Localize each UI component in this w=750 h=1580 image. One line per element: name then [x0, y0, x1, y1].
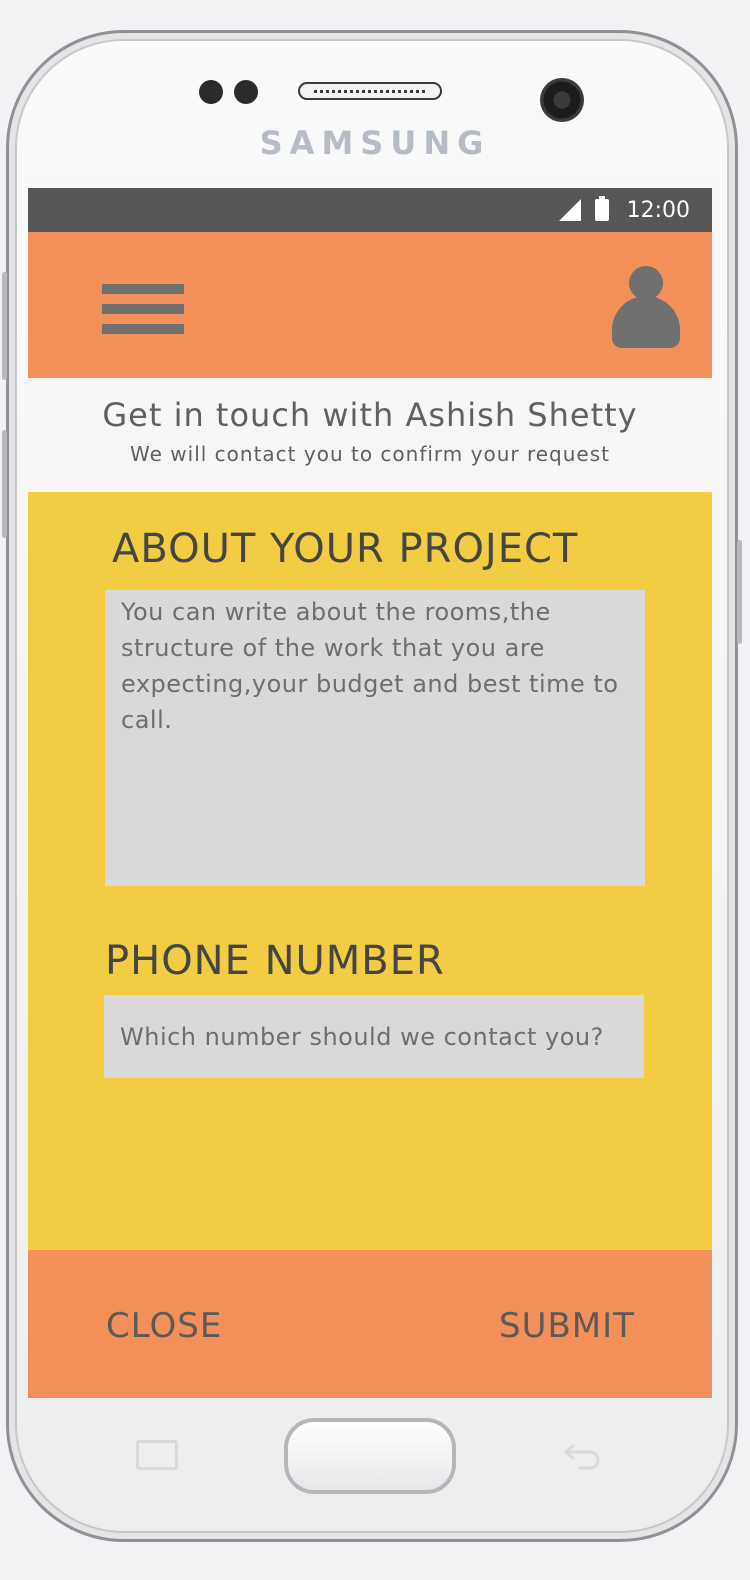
page-subtitle: We will contact you to confirm your requ…	[130, 442, 610, 466]
project-label: ABOUT YOUR PROJECT	[112, 526, 579, 572]
contact-header: Get in touch with Ashish Shetty We will …	[28, 378, 712, 492]
project-description-field[interactable]	[105, 590, 645, 886]
phone-label: PHONE NUMBER	[105, 938, 445, 984]
sensor-dot	[234, 80, 258, 104]
earpiece-speaker	[298, 82, 442, 100]
back-icon[interactable]	[560, 1440, 602, 1470]
device-brand: SAMSUNG	[259, 124, 491, 162]
battery-icon	[594, 196, 609, 221]
power-button	[2, 430, 7, 538]
app-bar	[28, 232, 712, 378]
side-key	[737, 540, 742, 644]
user-avatar-icon[interactable]	[612, 266, 680, 352]
status-time: 12:00	[626, 197, 690, 223]
sensor-dot	[199, 80, 223, 104]
phone-number-field[interactable]	[104, 995, 644, 1078]
front-camera	[540, 78, 584, 122]
signal-icon	[558, 199, 581, 221]
volume-button	[2, 272, 7, 380]
page-title: Get in touch with Ashish Shetty	[102, 396, 638, 434]
submit-button[interactable]: SUBMIT	[499, 1306, 635, 1346]
close-button[interactable]: CLOSE	[106, 1306, 222, 1346]
action-bar: CLOSE SUBMIT	[28, 1250, 712, 1398]
hamburger-menu-icon[interactable]	[102, 284, 184, 336]
status-bar: 12:00	[28, 188, 712, 232]
app-screen: 12:00 Get in touch with Ashish Shetty We…	[28, 188, 712, 1398]
home-button[interactable]	[284, 1418, 456, 1494]
recent-apps-icon[interactable]	[136, 1440, 178, 1470]
